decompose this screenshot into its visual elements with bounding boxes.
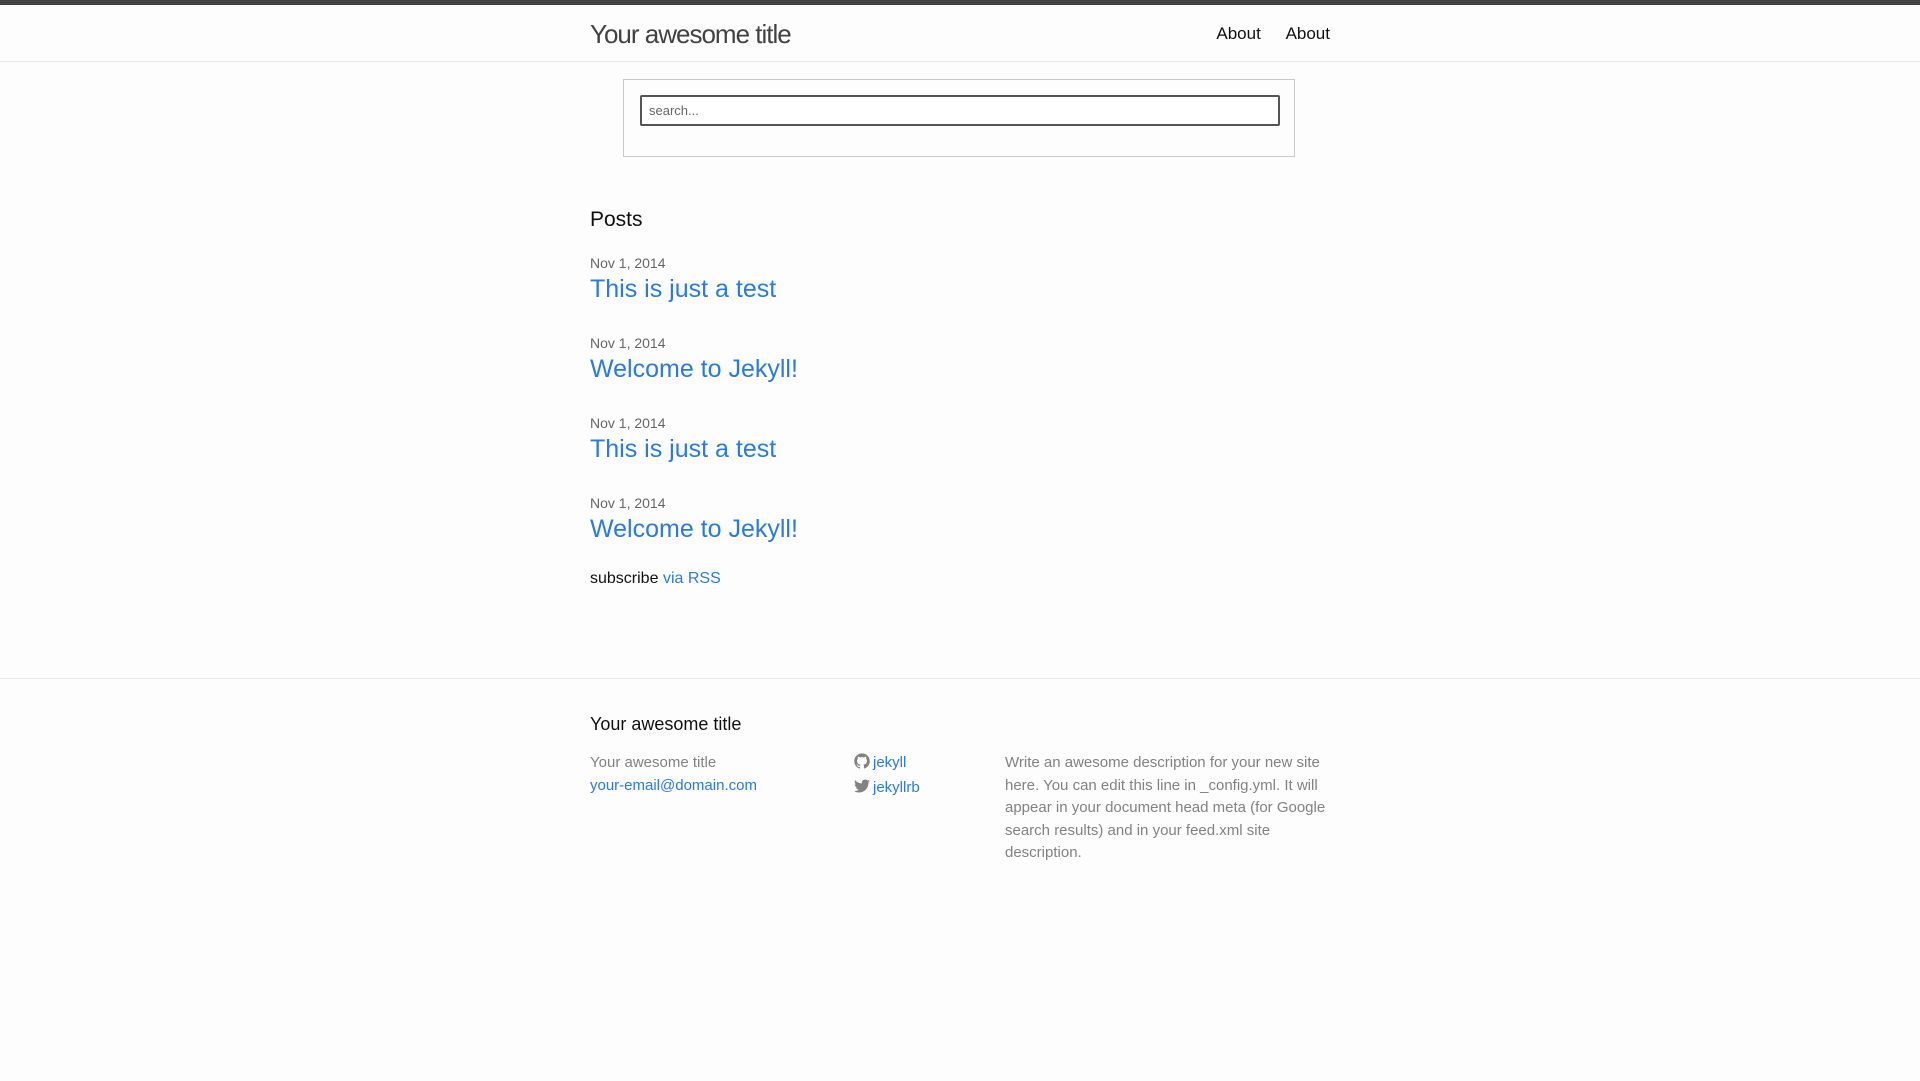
post-date: Nov 1, 2014 [590,335,666,351]
footer-description: Write an awesome description for your ne… [1005,754,1326,861]
footer-social-column: jekyll jekyllrb [854,752,994,801]
twitter-username: jekyllrb [873,778,920,796]
search-container [623,79,1295,157]
post-date: Nov 1, 2014 [590,255,666,271]
rss-link[interactable]: via RSS [663,570,721,587]
github-username: jekyll [873,754,907,771]
main-content: Posts Nov 1, 2014 This is just a test No… [590,205,1330,606]
post-item: Nov 1, 2014 Welcome to Jekyll! [590,333,1330,385]
site-footer: Your awesome title Your awesome title yo… [0,678,1920,1081]
github-icon [854,753,870,777]
page-heading: Posts [590,208,643,231]
rss-subscribe: subscribe via RSS [590,568,1330,590]
footer-heading: Your awesome title [590,714,742,734]
footer-email-link[interactable]: your-email@domain.com [590,777,757,794]
post-link[interactable]: This is just a test [590,433,776,465]
post-date: Nov 1, 2014 [590,495,666,511]
post-link[interactable]: This is just a test [590,273,776,305]
post-item: Nov 1, 2014 This is just a test [590,253,1330,305]
footer-social-github: jekyll [854,752,994,777]
footer-description-column: Write an awesome description for your ne… [1005,752,1330,865]
site-nav: About About [1196,21,1330,47]
footer-site-name: Your awesome title [590,754,717,771]
post-link[interactable]: Welcome to Jekyll! [590,513,798,545]
post-link[interactable]: Welcome to Jekyll! [590,353,798,385]
nav-link-about-2[interactable]: About [1286,21,1330,47]
search-input[interactable] [640,95,1280,126]
rss-prefix: subscribe [590,570,659,587]
twitter-link[interactable]: jekyllrb [854,779,920,796]
github-link[interactable]: jekyll [854,753,907,771]
footer-contact-column: Your awesome title your-email@domain.com [590,752,840,797]
post-date: Nov 1, 2014 [590,415,666,431]
post-item: Nov 1, 2014 This is just a test [590,413,1330,465]
nav-link-about-1[interactable]: About [1216,21,1260,47]
site-title-link[interactable]: Your awesome title [590,17,792,51]
twitter-icon [854,778,870,802]
post-item: Nov 1, 2014 Welcome to Jekyll! [590,493,1330,545]
footer-social-twitter: jekyllrb [854,777,994,802]
site-header: Your awesome title About About [0,0,1920,62]
post-list: Nov 1, 2014 This is just a test Nov 1, 2… [590,253,1330,545]
